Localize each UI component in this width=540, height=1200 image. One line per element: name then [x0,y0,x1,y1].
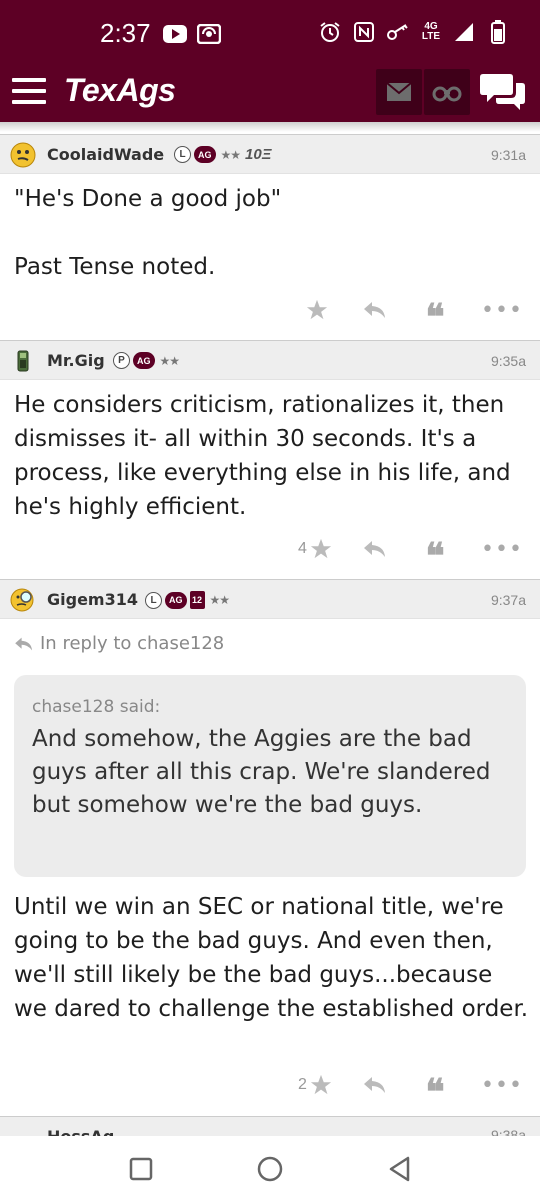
post-text [14,216,530,250]
square-icon[interactable] [126,1154,156,1184]
user-badges: P AG ★★ [113,352,180,369]
username[interactable]: Gigem314 [47,590,138,609]
system-nav-bar [0,1136,540,1200]
post-text: Until we win an SEC or national title, w… [14,894,529,1022]
nfc-icon [352,20,376,44]
app-header: TexAgs [0,62,540,122]
username[interactable]: Mr.Gig [47,351,105,370]
avatar[interactable] [10,348,36,374]
username[interactable]: HossAg [47,1127,114,1136]
post-text: He considers criticism, rationalizes it,… [14,392,511,520]
post-actions: 4 ❝ ••• [0,534,540,575]
star-icon [306,299,327,320]
mail-button[interactable] [376,69,422,115]
reply-icon [15,637,32,650]
badge-stars: ★★ [220,147,241,162]
star-icon [310,1074,332,1095]
badge-ag: AG [133,352,155,369]
binoculars-button[interactable] [424,69,470,115]
reply-button[interactable] [355,534,395,564]
quote-text: And somehow, the Aggies are the bad guys… [32,726,491,818]
alarm-icon [318,20,342,44]
site-logo[interactable]: TexAgs [64,72,176,109]
post-body: Until we win an SEC or national title, w… [14,890,530,1026]
more-button[interactable]: ••• [481,1070,522,1100]
reply-icon [364,1077,385,1093]
quote-icon: ❝ [425,535,445,577]
badge-letter: P [113,352,130,369]
avatar[interactable] [10,587,36,613]
post-time: 9:35a [490,353,526,369]
username[interactable]: CoolaidWade [47,145,164,164]
post-actions: 2 ❝ ••• [0,1070,540,1111]
badge-letter: L [174,146,191,163]
badge-ag: AG [165,591,187,609]
triangle-back-icon[interactable] [385,1154,415,1184]
post-text: Past Tense noted. [14,254,216,280]
post-time: 9:38a [490,1127,526,1136]
quote-icon: ❝ [425,296,445,338]
post-header: CoolaidWade L AG ★★ 10Ξ 9:31a [0,134,540,174]
quote-block: chase128 said: And somehow, the Aggies a… [14,675,526,877]
post-header: Mr.Gig P AG ★★ 9:35a [0,340,540,380]
binoculars-icon [432,86,462,102]
more-button[interactable]: ••• [481,295,522,325]
post-body: He considers criticism, rationalizes it,… [14,388,530,524]
like-count: 4 [298,540,307,557]
post-header: Gigem314 L AG 12 ★★ 9:37a [0,579,540,619]
reply-icon [364,541,385,557]
network-sub-label: LTE [421,31,441,42]
quote-icon: ❝ [425,1071,445,1113]
signal-icon [452,20,476,44]
next-post-header: HossAg 9:38a [0,1116,540,1136]
user-badges: L AG ★★ 10Ξ [174,146,272,163]
like-count: 2 [298,1076,307,1093]
status-time: 2:37 [100,18,151,48]
like-button[interactable]: 4 [290,534,340,564]
reply-to-link[interactable]: In reply to chase128 [14,633,224,654]
cast-icon [197,22,221,46]
post-actions: ❝ ••• [0,295,540,335]
network-type: 4G LTE [420,20,442,44]
header-shadow [0,122,540,132]
badge-stars: ★★ [209,593,230,607]
badge-ten: 10Ξ [245,146,272,163]
reply-icon [364,302,385,318]
quote-button[interactable]: ❝ [415,534,455,574]
more-button[interactable]: ••• [481,534,522,564]
badge-stars: ★★ [159,353,180,368]
quote-button[interactable]: ❝ [415,295,455,335]
post-body: "He's Done a good job" Past Tense noted. [14,182,530,284]
badge-twelve: 12 [189,591,205,609]
badge-ag: AG [194,146,216,163]
menu-icon[interactable] [12,78,46,104]
post-text: "He's Done a good job" [14,186,282,212]
badge-letter: L [145,591,162,609]
reply-button[interactable] [355,295,395,325]
like-button[interactable] [290,295,340,325]
like-button[interactable]: 2 [290,1070,340,1100]
post-time: 9:37a [490,592,526,608]
reply-to-text: In reply to chase128 [40,633,225,654]
quote-author: chase128 said: [32,697,161,717]
circle-icon[interactable] [255,1154,285,1184]
quote-button[interactable]: ❝ [415,1070,455,1110]
reply-button[interactable] [355,1070,395,1100]
user-badges: L AG 12 ★★ [145,591,230,609]
star-icon [310,538,332,559]
battery-icon [486,20,510,44]
avatar[interactable] [10,142,36,168]
post-time: 9:31a [490,147,526,163]
key-icon [386,20,410,44]
youtube-icon [163,22,187,46]
status-bar: 2:37 4G LTE [0,0,540,62]
mail-icon [386,82,412,101]
chat-icon[interactable] [480,72,526,112]
